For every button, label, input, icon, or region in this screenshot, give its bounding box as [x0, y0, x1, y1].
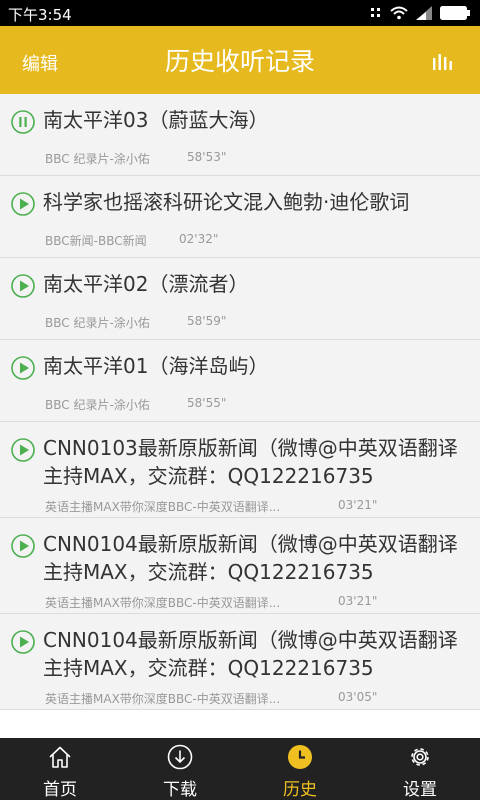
history-list: 南太平洋03（蔚蓝大海） BBC 纪录片-涂小佑 58'53" 科学家也摇滚科研…: [0, 94, 480, 710]
page-title: 历史收听记录: [164, 47, 315, 76]
item-title: 科学家也摇滚科研论文混入鲍勃·迪伦歌词: [43, 190, 410, 214]
list-item[interactable]: 科学家也摇滚科研论文混入鲍勃·迪伦歌词 BBC新闻-BBC新闻 02'32": [0, 176, 480, 258]
item-duration: 03'21": [338, 594, 378, 608]
item-meta: BBC 纪录片-涂小佑: [45, 152, 150, 166]
play-icon[interactable]: [11, 274, 35, 298]
signal-icon: [416, 6, 432, 20]
tab-label: 首页: [43, 780, 77, 800]
item-duration: 58'53": [187, 150, 227, 164]
list-item[interactable]: CNN0104最新原版新闻（微博@中英双语翻译主持MAX，交流群：QQ12221…: [0, 614, 480, 710]
item-meta: 英语主播MAX带你深度BBC-中英双语翻译...: [45, 692, 281, 706]
play-icon[interactable]: [11, 630, 35, 654]
gear-icon: [411, 748, 429, 766]
item-title: CNN0104最新原版新闻（微博@中英双语翻译主持MAX，交流群：QQ12221…: [43, 532, 458, 584]
list-item[interactable]: 南太平洋01（海洋岛屿） BBC 纪录片-涂小佑 58'55": [0, 340, 480, 422]
list-item[interactable]: 南太平洋02（漂流者） BBC 纪录片-涂小佑 58'59": [0, 258, 480, 340]
pause-icon[interactable]: [11, 110, 35, 134]
wifi-icon: [390, 6, 408, 20]
item-meta: 英语主播MAX带你深度BBC-中英双语翻译...: [45, 596, 281, 610]
play-icon[interactable]: [11, 192, 35, 216]
item-meta: BBC新闻-BBC新闻: [45, 234, 147, 248]
item-duration: 03'21": [338, 498, 378, 512]
equalizer-icon[interactable]: [432, 52, 454, 70]
tab-label: 历史: [283, 780, 317, 800]
download-icon: [167, 744, 193, 770]
status-icons: [370, 5, 470, 21]
item-title: CNN0103最新原版新闻（微博@中英双语翻译主持MAX，交流群：QQ12221…: [43, 436, 458, 488]
item-duration: 58'55": [187, 396, 227, 410]
tab-label: 下载: [163, 780, 197, 800]
status-time: 下午3:54: [8, 6, 72, 24]
item-meta: BBC 纪录片-涂小佑: [45, 398, 150, 412]
play-icon[interactable]: [11, 534, 35, 558]
item-duration: 58'59": [187, 314, 227, 328]
play-icon[interactable]: [11, 356, 35, 380]
app-header: 编辑 历史收听记录: [0, 26, 480, 94]
item-duration: 02'32": [179, 232, 219, 246]
list-item[interactable]: 南太平洋03（蔚蓝大海） BBC 纪录片-涂小佑 58'53": [0, 94, 480, 176]
item-title: 南太平洋03（蔚蓝大海）: [43, 108, 269, 132]
tab-home[interactable]: 首页: [0, 738, 120, 800]
bottom-tab-bar: 首页 下载 历史 设置: [0, 738, 480, 800]
item-title: 南太平洋01（海洋岛屿）: [43, 354, 269, 378]
list-item[interactable]: CNN0103最新原版新闻（微博@中英双语翻译主持MAX，交流群：QQ12221…: [0, 422, 480, 518]
item-duration: 03'05": [338, 690, 378, 704]
tab-download[interactable]: 下载: [120, 738, 240, 800]
play-icon[interactable]: [11, 438, 35, 462]
item-meta: 英语主播MAX带你深度BBC-中英双语翻译...: [45, 500, 281, 514]
status-bar: 下午3:54: [0, 0, 480, 26]
tab-history[interactable]: 历史: [240, 738, 360, 800]
list-item[interactable]: CNN0104最新原版新闻（微博@中英双语翻译主持MAX，交流群：QQ12221…: [0, 518, 480, 614]
item-meta: BBC 纪录片-涂小佑: [45, 316, 150, 330]
list-footer-space: [0, 710, 480, 738]
tab-label: 设置: [403, 780, 437, 800]
signal-dots-icon: [371, 8, 380, 17]
item-title: CNN0104最新原版新闻（微博@中英双语翻译主持MAX，交流群：QQ12221…: [43, 628, 458, 680]
battery-icon: [440, 6, 470, 20]
home-icon: [49, 746, 71, 768]
item-title: 南太平洋02（漂流者）: [43, 272, 249, 296]
clock-icon: [288, 745, 312, 769]
tab-settings[interactable]: 设置: [360, 738, 480, 800]
